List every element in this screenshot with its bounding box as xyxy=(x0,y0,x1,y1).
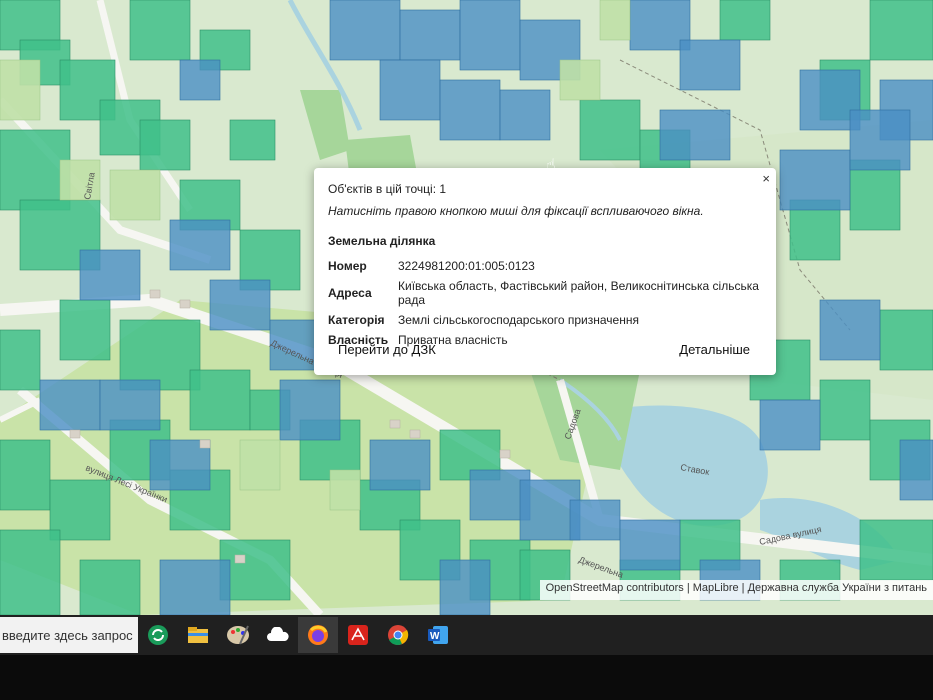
attr-key-number: Номер xyxy=(328,259,367,273)
attr-key-address: Адреса xyxy=(328,286,372,300)
map-attribution[interactable]: OpenStreetMap contributors | MapLibre | … xyxy=(539,580,933,600)
section-title: Земельна ділянка xyxy=(328,234,436,248)
cloud-icon[interactable] xyxy=(258,617,298,653)
attr-key-category: Категорія xyxy=(328,313,385,327)
table-row: Категорія Землі сільськогосподарського п… xyxy=(328,310,762,330)
word-icon[interactable]: W xyxy=(418,617,458,653)
parcel-attributes-table: Номер 3224981200:01:005:0123 Адреса Київ… xyxy=(328,256,762,350)
popup-links: Перейти до ДЗК Детальніше xyxy=(338,342,750,357)
taskbar: введите здесь запрос W xyxy=(0,615,933,655)
attr-value-category: Землі сільськогосподарського призначення xyxy=(398,313,639,327)
objects-count: Об'єктів в цій точці: 1 xyxy=(328,182,447,196)
taskbar-search-input[interactable]: введите здесь запрос xyxy=(0,617,138,653)
chrome-icon[interactable] xyxy=(378,617,418,653)
monitor-bezel xyxy=(0,655,933,700)
file-explorer-icon[interactable] xyxy=(178,617,218,653)
attr-value-number: 3224981200:01:005:0123 xyxy=(398,259,535,273)
acrobat-icon[interactable] xyxy=(338,617,378,653)
details-link[interactable]: Детальніше xyxy=(679,342,750,357)
hand-cursor-icon: ☝ xyxy=(546,157,556,174)
table-row: Адреса Київська область, Фастівський рай… xyxy=(328,276,762,310)
table-row: Номер 3224981200:01:005:0123 xyxy=(328,256,762,276)
attr-value-address: Київська область, Фастівський район, Вел… xyxy=(398,279,759,307)
popup-hint: Натисніть правою кнопкою миші для фіксац… xyxy=(328,204,704,218)
paint-icon[interactable] xyxy=(218,617,258,653)
firefox-icon[interactable] xyxy=(298,617,338,653)
go-to-dzk-link[interactable]: Перейти до ДЗК xyxy=(338,342,436,357)
parcel-info-popup: × Об'єктів в цій точці: 1 Натисніть прав… xyxy=(314,168,776,375)
svg-text:W: W xyxy=(430,631,440,642)
sync-icon[interactable] xyxy=(138,617,178,653)
close-icon[interactable]: × xyxy=(762,171,770,186)
